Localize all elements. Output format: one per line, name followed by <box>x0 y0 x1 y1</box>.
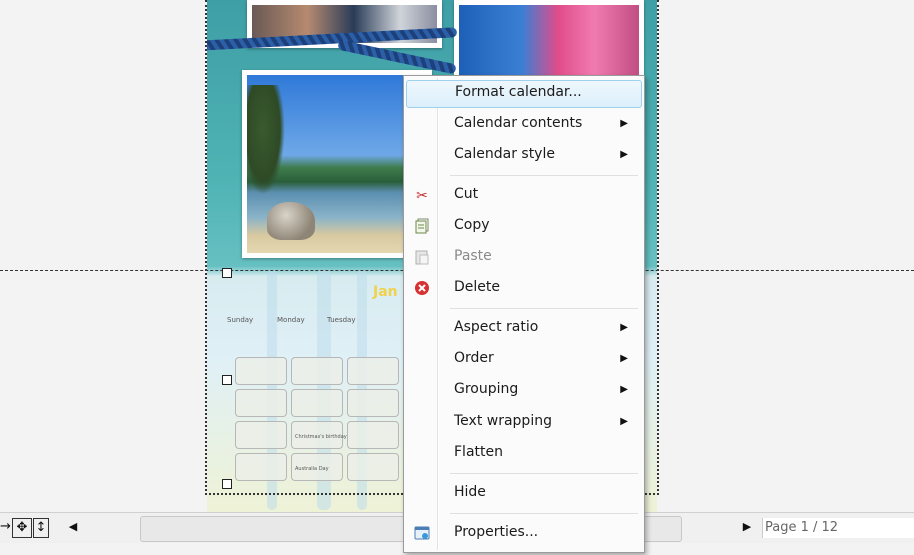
fit-height-icon[interactable]: ↕ <box>33 518 49 538</box>
menu-item-calendar-contents[interactable]: Calendar contents ▶ <box>406 112 640 138</box>
scroll-left-arrow-icon[interactable]: ◀ <box>66 518 80 536</box>
menu-item-format-calendar[interactable]: Format calendar... <box>406 80 642 108</box>
submenu-arrow-icon: ▶ <box>620 416 628 427</box>
properties-icon <box>413 525 431 543</box>
menu-item-paste[interactable]: Paste <box>406 245 640 271</box>
menu-item-label: Delete <box>454 279 500 295</box>
resize-handle[interactable] <box>222 268 232 278</box>
menu-item-label: Properties... <box>454 524 539 540</box>
scissors-icon: ✂ <box>416 188 428 204</box>
menu-item-text-wrapping[interactable]: Text wrapping ▶ <box>406 410 640 436</box>
fit-page-icon[interactable]: ✥ <box>12 518 32 538</box>
menu-item-delete[interactable]: Delete <box>406 276 640 302</box>
menu-item-calendar-style[interactable]: Calendar style ▶ <box>406 143 640 169</box>
menu-item-aspect-ratio[interactable]: Aspect ratio ▶ <box>406 316 640 342</box>
submenu-arrow-icon: ▶ <box>620 322 628 333</box>
scroll-right-arrow-icon[interactable]: ▶ <box>740 518 754 536</box>
paste-icon <box>413 249 431 267</box>
submenu-arrow-icon: ▶ <box>620 118 628 129</box>
menu-item-label: Grouping <box>454 381 519 397</box>
menu-item-label: Text wrapping <box>454 413 552 429</box>
menu-item-hide[interactable]: Hide <box>406 481 640 507</box>
menu-item-label: Flatten <box>454 444 503 460</box>
resize-handle[interactable] <box>222 479 232 489</box>
menu-item-label: Paste <box>454 248 492 264</box>
menu-item-label: Copy <box>454 217 490 233</box>
menu-separator <box>450 473 638 474</box>
menu-item-cut[interactable]: ✂ Cut <box>406 183 640 209</box>
page-indicator: Page 1 / 12 <box>762 518 914 538</box>
menu-item-label: Calendar contents <box>454 115 583 131</box>
menu-item-copy[interactable]: Copy <box>406 214 640 240</box>
menu-item-label: Cut <box>454 186 479 202</box>
menu-item-label: Format calendar... <box>455 84 582 100</box>
submenu-arrow-icon: ▶ <box>620 353 628 364</box>
menu-item-label: Order <box>454 350 494 366</box>
submenu-arrow-icon: ▶ <box>620 149 628 160</box>
menu-separator <box>450 513 638 514</box>
fit-width-icon[interactable]: → <box>0 518 11 536</box>
resize-handle[interactable] <box>222 375 232 385</box>
context-menu[interactable]: Format calendar... Calendar contents ▶ C… <box>403 75 645 553</box>
menu-item-flatten[interactable]: Flatten <box>406 441 640 467</box>
delete-icon <box>413 280 431 298</box>
menu-item-label: Hide <box>454 484 486 500</box>
menu-item-label: Aspect ratio <box>454 319 539 335</box>
menu-separator <box>450 308 638 309</box>
menu-item-label: Calendar style <box>454 146 555 162</box>
copy-icon <box>413 218 431 236</box>
menu-item-grouping[interactable]: Grouping ▶ <box>406 378 640 404</box>
submenu-arrow-icon: ▶ <box>620 384 628 395</box>
menu-item-order[interactable]: Order ▶ <box>406 347 640 373</box>
menu-separator <box>450 175 638 176</box>
menu-item-properties[interactable]: Properties... <box>406 521 640 547</box>
